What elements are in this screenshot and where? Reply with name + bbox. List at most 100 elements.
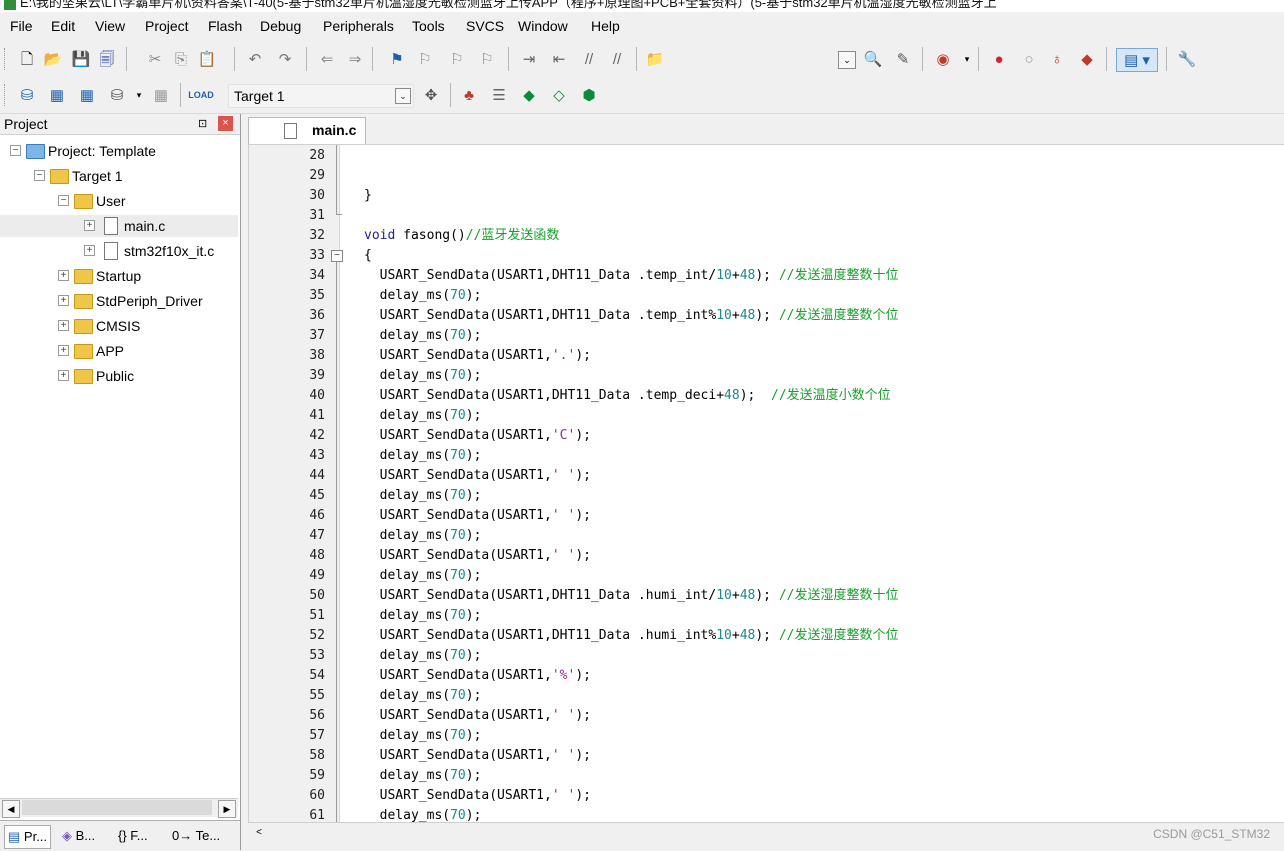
code-line[interactable]: USART_SendData(USART1,DHT11_Data .temp_d…	[249, 386, 1284, 406]
code-line[interactable]: void fasong()//蓝牙发送函数	[249, 226, 1284, 246]
manage-run-time-environment-icon[interactable]: ◆	[518, 84, 540, 106]
redo-icon[interactable]: ↷	[274, 48, 296, 70]
code-line[interactable]: delay_ms(70);	[249, 726, 1284, 746]
menu-project[interactable]: Project	[145, 18, 189, 34]
menu-tools[interactable]: Tools	[412, 18, 445, 34]
toolbar-grip[interactable]	[4, 84, 8, 106]
code-line[interactable]: USART_SendData(USART1,'.');	[249, 346, 1284, 366]
close-icon[interactable]: ×	[218, 116, 233, 131]
batch-build-icon[interactable]: ⛁	[106, 84, 128, 106]
collapse-icon[interactable]: −	[58, 195, 69, 206]
code-line[interactable]: delay_ms(70);	[249, 646, 1284, 666]
tab-templates[interactable]: 0→ Te...	[172, 825, 220, 847]
code-line[interactable]: USART_SendData(USART1,' ');	[249, 466, 1284, 486]
menu-peripherals[interactable]: Peripherals	[323, 18, 394, 34]
editor-horizontal-scrollbar[interactable]: < CSDN @C51_STM32	[248, 822, 1284, 843]
project-horizontal-scrollbar[interactable]: ◀ ▶	[0, 798, 238, 818]
code-line[interactable]: }	[249, 186, 1284, 206]
expand-icon[interactable]: +	[58, 295, 69, 306]
unindent-icon[interactable]: ⇤	[548, 48, 570, 70]
tree-item-target[interactable]: − Target 1	[0, 165, 238, 187]
code-line[interactable]: delay_ms(70);	[249, 766, 1284, 786]
comment-icon[interactable]: //	[578, 48, 600, 70]
options-for-target-icon[interactable]: ✥	[420, 84, 442, 106]
find-combo-dropdown[interactable]: ⌄	[838, 51, 856, 69]
software-packs-icon[interactable]: ⬢	[578, 84, 600, 106]
code-line[interactable]: USART_SendData(USART1,' ');	[249, 746, 1284, 766]
expand-icon[interactable]: +	[58, 270, 69, 281]
window-layout-icon[interactable]: ▤ ▾	[1116, 48, 1158, 72]
code-line[interactable]: USART_SendData(USART1,DHT11_Data .humi_i…	[249, 626, 1284, 646]
next-bookmark-icon[interactable]: ⚐	[446, 48, 468, 70]
tab-main-c[interactable]: main.c	[248, 117, 366, 144]
menu-edit[interactable]: Edit	[51, 18, 75, 34]
code-line[interactable]: USART_SendData(USART1,DHT11_Data .humi_i…	[249, 586, 1284, 606]
code-line[interactable]: USART_SendData(USART1,DHT11_Data .temp_i…	[249, 306, 1284, 326]
disable-breakpoint-icon[interactable]: ○	[1018, 48, 1040, 70]
scroll-left-icon[interactable]: ◀	[2, 800, 20, 818]
translate-icon[interactable]: ⛁	[16, 84, 38, 106]
target-select[interactable]: Target 1 ⌄	[228, 84, 414, 108]
debug-dropdown-arrow[interactable]: ▾	[956, 48, 978, 70]
expand-icon[interactable]: +	[58, 345, 69, 356]
menu-svcs[interactable]: SVCS	[466, 18, 504, 34]
copy-icon[interactable]: ⎘	[170, 48, 192, 70]
build-icon[interactable]: ▦	[46, 84, 68, 106]
save-all-icon[interactable]: 🗐	[96, 48, 118, 70]
disable-all-breakpoints-icon[interactable]: ♁	[1046, 48, 1068, 70]
code-line[interactable]: delay_ms(70);	[249, 526, 1284, 546]
tab-functions[interactable]: {} F...	[118, 825, 148, 847]
code-line[interactable]: delay_ms(70);	[249, 366, 1284, 386]
collapse-icon[interactable]: −	[34, 170, 45, 181]
code-editor[interactable]: 28 29 30 31 32 33 34 35 36 37 38 39 40 41 42 43 44 45 46 47…	[248, 144, 1284, 823]
select-packs-icon[interactable]: ☰	[488, 84, 510, 106]
collapse-icon[interactable]: −	[10, 145, 21, 156]
menu-debug[interactable]: Debug	[260, 18, 301, 34]
tree-item-file[interactable]: + stm32f10x_it.c	[0, 240, 238, 262]
code-line[interactable]: delay_ms(70);	[249, 446, 1284, 466]
expand-icon[interactable]: +	[58, 370, 69, 381]
code-line[interactable]: USART_SendData(USART1,'C');	[249, 426, 1284, 446]
code-line[interactable]	[249, 146, 1284, 166]
menu-file[interactable]: File	[10, 18, 33, 34]
menu-flash[interactable]: Flash	[208, 18, 242, 34]
navigate-back-icon[interactable]: ⇐	[316, 48, 338, 70]
tree-item-folder[interactable]: + StdPeriph_Driver	[0, 290, 238, 312]
download-load-icon[interactable]: LOAD	[188, 84, 214, 106]
expand-icon[interactable]: +	[58, 320, 69, 331]
code-line[interactable]: delay_ms(70);	[249, 606, 1284, 626]
insert-breakpoint-icon[interactable]: ●	[988, 48, 1010, 70]
rebuild-icon[interactable]: ▦	[76, 84, 98, 106]
bookmark-icon[interactable]: ⚑	[386, 48, 408, 70]
collapse-fold-icon[interactable]: −	[331, 250, 343, 262]
code-line[interactable]: USART_SendData(USART1,' ');	[249, 506, 1284, 526]
prev-bookmark-icon[interactable]: ⚐	[414, 48, 436, 70]
tree-item-folder[interactable]: + APP	[0, 340, 238, 362]
menu-window[interactable]: Window	[518, 18, 568, 34]
scroll-left-icon[interactable]: <	[252, 825, 266, 840]
code-line[interactable]: delay_ms(70);	[249, 486, 1284, 506]
code-line[interactable]: delay_ms(70);	[249, 326, 1284, 346]
uncomment-icon[interactable]: //	[606, 48, 628, 70]
code-line[interactable]: delay_ms(70);	[249, 406, 1284, 426]
configuration-wrench-icon[interactable]: 🔧	[1176, 48, 1198, 70]
pack-installer-icon[interactable]: ◇	[548, 84, 570, 106]
undo-icon[interactable]: ↶	[244, 48, 266, 70]
expand-icon[interactable]: +	[84, 220, 95, 231]
tab-project[interactable]: ▤ Pr...	[4, 825, 52, 849]
code-line[interactable]	[249, 166, 1284, 186]
code-line[interactable]: USART_SendData(USART1,DHT11_Data .temp_i…	[249, 266, 1284, 286]
find-icon[interactable]: 🔍	[862, 48, 884, 70]
indent-icon[interactable]: ⇥	[518, 48, 540, 70]
code-line[interactable]: delay_ms(70);	[249, 566, 1284, 586]
find-in-files-icon[interactable]: 📁	[644, 48, 666, 70]
tree-item-folder[interactable]: + Startup	[0, 265, 238, 287]
tree-item-file[interactable]: + main.c	[0, 215, 238, 237]
paste-icon[interactable]: 📋	[196, 48, 218, 70]
code-line[interactable]: delay_ms(70);	[249, 286, 1284, 306]
code-line[interactable]: USART_SendData(USART1,' ');	[249, 786, 1284, 806]
code-line[interactable]	[249, 206, 1284, 226]
tree-item-project[interactable]: − Project: Template	[0, 140, 238, 162]
tree-item-folder[interactable]: + CMSIS	[0, 315, 238, 337]
scroll-right-icon[interactable]: ▶	[218, 800, 236, 818]
